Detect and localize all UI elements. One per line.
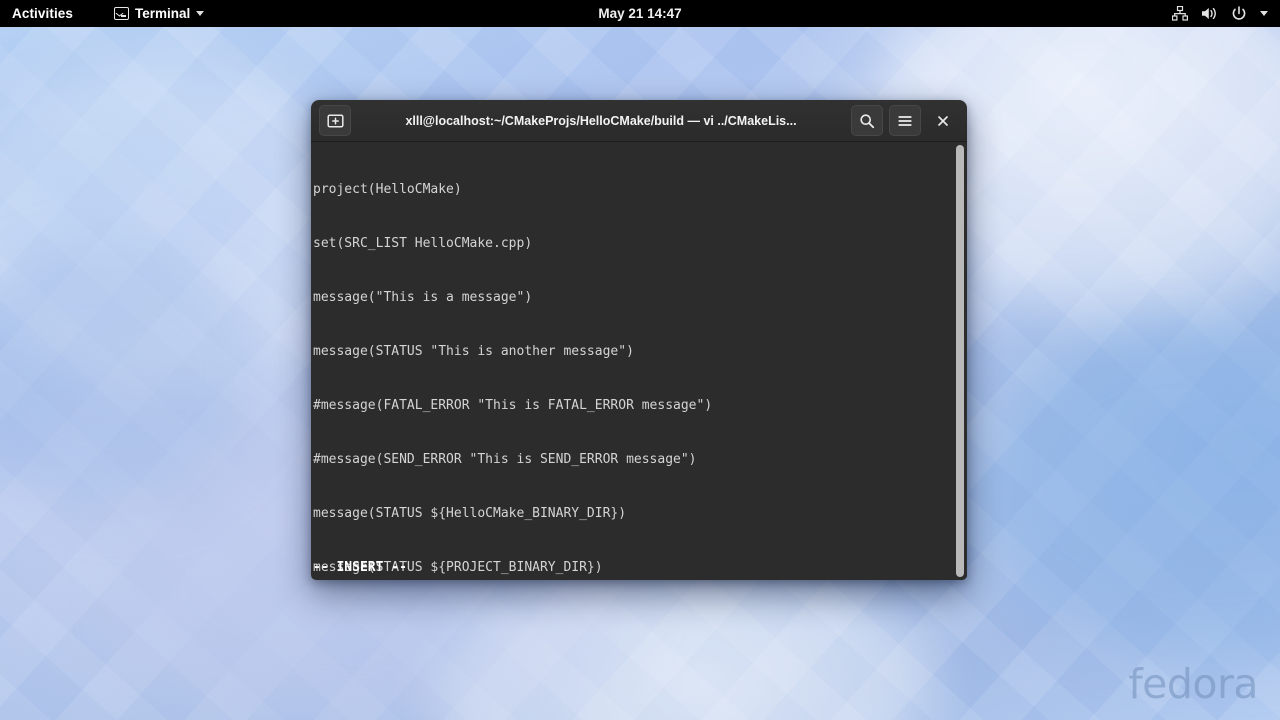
app-menu-label: Terminal (135, 6, 191, 21)
network-wired-icon (1172, 6, 1188, 21)
gnome-top-bar: Activities Terminal May 21 14:47 (0, 0, 1280, 27)
code-line: #message(SEND_ERROR "This is SEND_ERROR … (313, 452, 697, 467)
terminal-window: xlll@localhost:~/CMakeProjs/HelloCMake/b… (311, 100, 967, 580)
activities-button[interactable]: Activities (0, 0, 84, 27)
search-icon[interactable] (851, 105, 883, 136)
power-icon (1231, 5, 1247, 22)
volume-icon (1201, 6, 1218, 21)
code-line: set(SRC_LIST HelloCMake.cpp) (313, 236, 533, 251)
code-line: #message(FATAL_ERROR "This is FATAL_ERRO… (313, 398, 713, 413)
new-tab-icon[interactable] (319, 105, 351, 136)
terminal-body[interactable]: project(HelloCMake) set(SRC_LIST HelloCM… (311, 142, 967, 580)
wallpaper-blob (430, 560, 930, 720)
hamburger-menu-icon[interactable] (889, 105, 921, 136)
code-line: message(STATUS ${PROJECT_BINARY_DIR}) (313, 560, 603, 575)
vi-buffer[interactable]: project(HelloCMake) set(SRC_LIST HelloCM… (311, 142, 953, 580)
close-icon[interactable] (927, 105, 959, 136)
chevron-down-icon (196, 11, 205, 16)
vi-status-line: -- INSERT -- (313, 560, 407, 575)
chevron-down-icon (1260, 11, 1268, 16)
scrollbar-thumb[interactable] (956, 145, 964, 577)
code-line: message("This is a message") (313, 290, 533, 305)
wallpaper-blob (0, 60, 360, 390)
titlebar-buttons (851, 105, 959, 136)
wallpaper-blob (980, 330, 1280, 660)
window-title: xlll@localhost:~/CMakeProjs/HelloCMake/b… (405, 113, 797, 128)
code-line: message(STATUS ${HelloCMake_BINARY_DIR}) (313, 506, 627, 521)
fedora-watermark: fedora (1128, 660, 1258, 708)
terminal-titlebar[interactable]: xlll@localhost:~/CMakeProjs/HelloCMake/b… (311, 100, 967, 142)
code-line: project(HelloCMake) (313, 182, 462, 197)
system-tray[interactable] (1172, 5, 1280, 22)
terminal-scrollbar[interactable] (953, 142, 967, 580)
wallpaper-blob (0, 250, 260, 510)
code-line: message(STATUS "This is another message"… (313, 344, 634, 359)
app-menu-terminal[interactable]: Terminal (106, 0, 212, 27)
desktop: Activities Terminal May 21 14:47 xlll@lo… (0, 0, 1280, 720)
terminal-icon (114, 7, 130, 20)
